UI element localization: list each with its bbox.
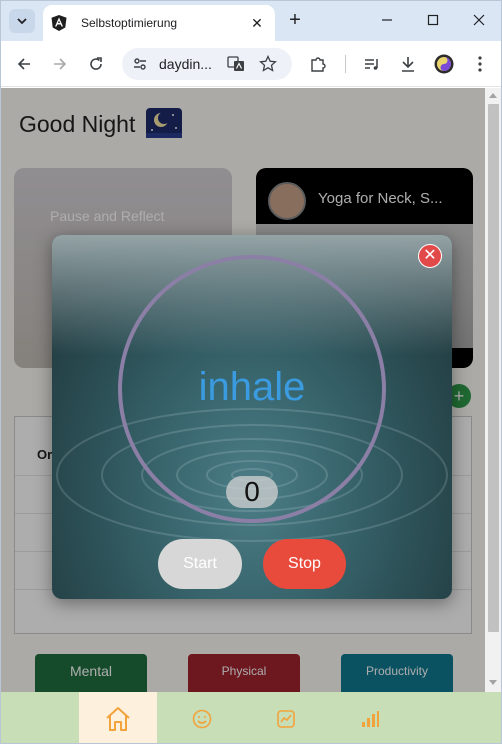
page-scrollbar[interactable]	[485, 88, 501, 692]
breathing-modal: inhale 0 ✕ Start Stop	[52, 235, 452, 599]
home-icon	[106, 706, 130, 731]
breathing-phase-label: inhale	[198, 365, 306, 409]
bookmark-star-icon[interactable]	[257, 53, 279, 75]
smiley-icon	[192, 709, 212, 728]
tab-close-icon[interactable]: ✕	[247, 13, 267, 33]
minimize-icon[interactable]	[377, 10, 397, 30]
nav-trends[interactable]	[247, 692, 325, 743]
new-tab-icon[interactable]: +	[285, 10, 305, 30]
browser-toolbar: daydin...	[1, 41, 501, 87]
profile-avatar[interactable]	[433, 53, 455, 75]
browser-tab[interactable]: Selbstoptimierung ✕	[43, 5, 275, 41]
forward-arrow-icon[interactable]	[49, 53, 71, 75]
site-settings-icon[interactable]	[132, 56, 148, 72]
nav-mood[interactable]	[163, 692, 241, 743]
breath-counter: 0	[226, 476, 278, 508]
tab-search-button[interactable]	[9, 9, 35, 33]
bar-chart-icon	[362, 710, 379, 727]
nav-home[interactable]	[79, 692, 157, 743]
stop-button[interactable]: Stop	[263, 539, 346, 589]
reload-icon[interactable]	[85, 53, 107, 75]
scroll-up-icon[interactable]	[489, 93, 497, 98]
translate-icon[interactable]	[225, 53, 247, 75]
maximize-icon[interactable]	[423, 10, 443, 30]
back-arrow-icon[interactable]	[13, 53, 35, 75]
angular-logo-icon	[51, 15, 67, 31]
scroll-down-icon[interactable]	[489, 680, 497, 685]
extensions-icon[interactable]	[307, 53, 329, 75]
chevron-down-icon	[17, 18, 27, 25]
bottom-navigation	[1, 692, 501, 743]
download-icon[interactable]	[397, 53, 419, 75]
media-queue-icon[interactable]	[361, 53, 383, 75]
chart-line-icon	[277, 709, 295, 728]
modal-close-icon[interactable]: ✕	[418, 244, 442, 268]
toolbar-divider	[345, 55, 346, 73]
browser-window: Selbstoptimierung ✕ + daydin... Good Nig…	[0, 0, 502, 744]
tab-strip: Selbstoptimierung ✕ +	[1, 1, 501, 41]
start-button[interactable]: Start	[158, 539, 242, 589]
nav-stats[interactable]	[331, 692, 409, 743]
scrollbar-thumb[interactable]	[488, 104, 499, 632]
window-close-icon[interactable]	[469, 10, 489, 30]
url-text: daydin...	[159, 56, 212, 72]
more-vert-icon[interactable]	[469, 53, 491, 75]
tab-title: Selbstoptimierung	[81, 16, 178, 30]
